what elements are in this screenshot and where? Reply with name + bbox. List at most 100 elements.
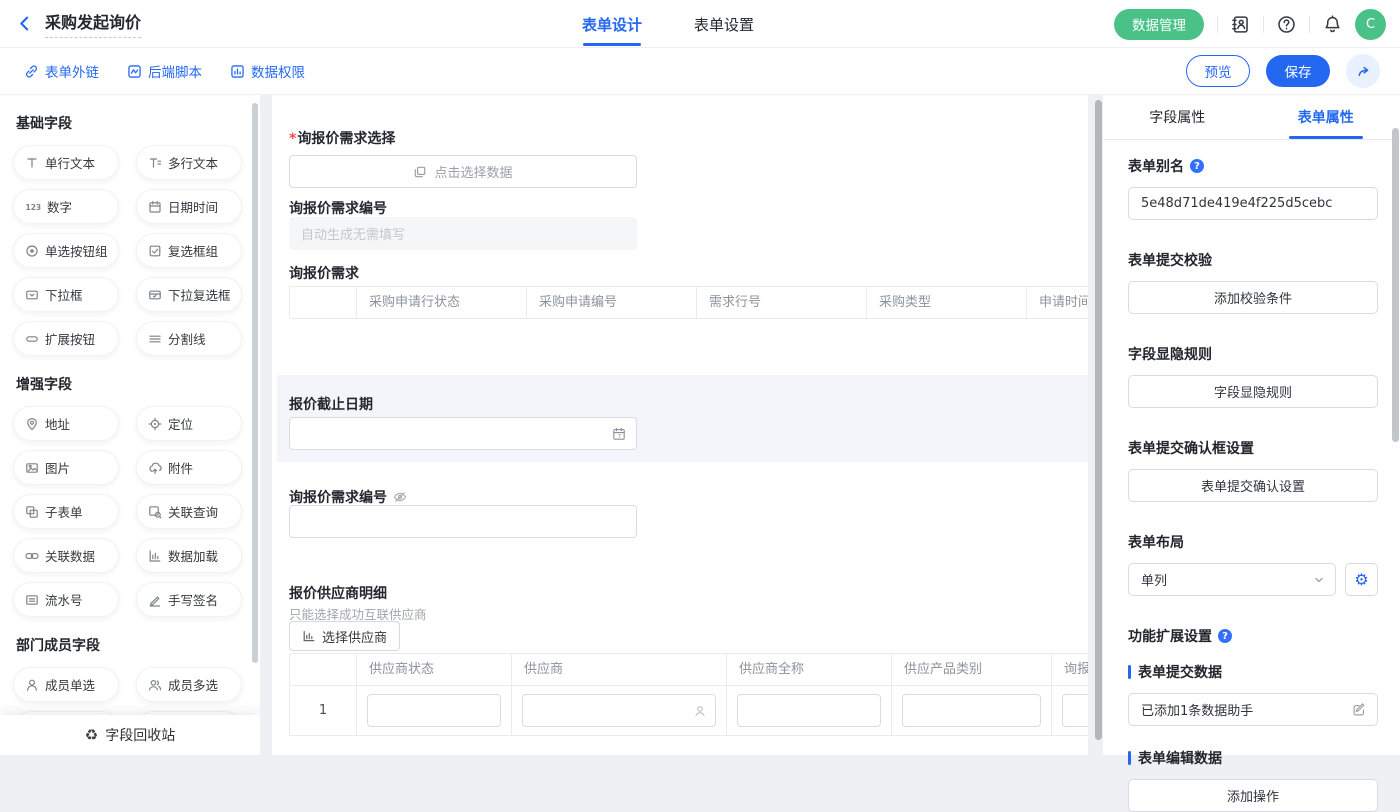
submit-confirm-label: 表单提交确认框设置 [1128,438,1378,458]
supplier-status-input[interactable] [367,694,501,727]
submit-data-value: 已添加1条数据助手 [1141,700,1253,719]
sidebar-item-single-line-text[interactable]: 单行文本 [13,145,119,180]
select-data-label: 点击选择数据 [434,162,512,181]
divider [1217,16,1218,33]
header-cell: 供应产品类别 [891,654,1051,685]
field-recycle-bin[interactable]: ♻ 字段回收站 [0,715,260,755]
field-visibility-button[interactable]: 字段显隐规则 [1128,375,1378,408]
panel-scrollbar[interactable] [1392,128,1399,442]
canvas-scrollbar[interactable] [1095,100,1102,740]
submit-confirm-button[interactable]: 表单提交确认设置 [1128,469,1378,502]
data-manage-button[interactable]: 数据管理 [1114,9,1204,40]
chevron-down-icon [1313,574,1325,586]
edit-data-label: 表单编辑数据 [1128,748,1378,768]
submit-data-field[interactable]: 已添加1条数据助手 [1128,693,1378,726]
item-label: 下拉框 [45,285,83,304]
item-label: 关联查询 [168,502,218,521]
sidebar-item-member-single[interactable]: 成员单选 [13,667,119,702]
backend-script[interactable]: 后端脚本 [127,61,202,81]
deadline-date-input[interactable]: 7 [289,417,637,450]
supplier-input[interactable] [522,694,716,727]
preview-button[interactable]: 预览 [1186,55,1250,87]
sidebar-item-checkbox-group[interactable]: 复选框组 [136,233,242,268]
sidebar-item-multi-line-text[interactable]: 多行文本 [136,145,242,180]
sidebar-item-datetime[interactable]: 日期时间 [136,189,242,224]
related-query-icon [148,505,162,519]
choose-supplier-button[interactable]: 选择供应商 [289,621,400,651]
demand-no2-input[interactable] [289,505,637,538]
sidebar-item-locate[interactable]: 定位 [136,406,242,441]
related-data-icon [25,549,39,563]
sidebar-item-radio-group[interactable]: 单选按钮组 [13,233,119,268]
form-alias-label: 表单别名 [1128,156,1378,176]
item-label: 数据加载 [168,546,218,565]
share-icon [1356,64,1371,79]
sidebar-item-serial-number[interactable]: 流水号 [13,582,119,617]
header-cell: 申请时间 [1026,287,1088,318]
sidebar-item-image[interactable]: 图片 [13,450,119,485]
form-layout-label: 表单布局 [1128,532,1378,552]
sidebar-item-multi-select[interactable]: 下拉复选框 [136,277,242,312]
add-operation-button[interactable]: 添加操作 [1128,779,1378,812]
item-label: 数字 [47,197,72,216]
sidebar-scrollbar[interactable] [252,103,258,663]
form-layout-value: 单列 [1141,570,1167,589]
demand-table: 采购申请行状态 采购申请编号 需求行号 采购类型 申请时间 [289,286,1088,319]
sidebar-item-signature[interactable]: 手写签名 [136,582,242,617]
layout-settings-button[interactable]: ⚙ [1345,563,1378,596]
item-label: 流水号 [45,590,83,609]
tab-field-properties[interactable]: 字段属性 [1103,95,1252,139]
sidebar-item-divider[interactable]: 分割线 [136,321,242,356]
cutoff-input[interactable] [1062,694,1088,727]
calendar-icon: 7 [612,427,626,441]
address-book-icon[interactable] [1231,15,1250,34]
save-button[interactable]: 保存 [1266,55,1330,87]
row-index: 1 [290,686,356,735]
sidebar-item-number[interactable]: 123 数字 [13,189,119,224]
sidebar-item-member-multi[interactable]: 成员多选 [136,667,242,702]
back-icon[interactable] [16,15,33,32]
panel-body: 表单别名 5e48d71de419e4f225d5cebc 表单提交校验 添加校… [1103,156,1400,812]
supplier-fullname-input[interactable] [737,694,881,727]
help-circle-icon[interactable] [1190,159,1204,173]
recycle-icon: ♻ [85,728,98,743]
number-icon: 123 [25,200,41,214]
share-button[interactable] [1346,54,1380,88]
sidebar-item-attachment[interactable]: 附件 [136,450,242,485]
help-circle-icon[interactable] [1218,629,1232,643]
tab-form-properties[interactable]: 表单属性 [1252,95,1400,139]
avatar[interactable]: C [1355,9,1386,40]
data-load-icon [148,549,162,563]
select-data-icon [413,165,427,179]
signature-icon [148,593,162,607]
app-header: 采购发起询价 表单设计 表单设置 数据管理 C [0,0,1400,48]
section-title-member-fields: 部门成员字段 [16,635,260,655]
field-visibility-label: 字段显隐规则 [1128,344,1378,364]
help-icon[interactable] [1277,15,1296,34]
product-category-input[interactable] [902,694,1041,727]
page-title[interactable]: 采购发起询价 [45,9,141,38]
item-label: 附件 [168,458,193,477]
select-data-button[interactable]: 点击选择数据 [289,155,637,188]
sidebar-item-data-load[interactable]: 数据加载 [136,538,242,573]
tab-form-design[interactable]: 表单设计 [578,0,646,48]
sidebar-item-related-data[interactable]: 关联数据 [13,538,119,573]
form-alias-input[interactable]: 5e48d71de419e4f225d5cebc [1128,187,1378,220]
edit-icon[interactable] [1352,702,1367,717]
section-title-basic-fields: 基础字段 [16,113,260,133]
bell-icon[interactable] [1323,15,1342,34]
sidebar-item-extend-button[interactable]: 扩展按钮 [13,321,119,356]
add-validation-button[interactable]: 添加校验条件 [1128,281,1378,314]
form-external-link[interactable]: 表单外链 [24,61,99,81]
field-recycle-bin-label: 字段回收站 [105,725,175,745]
sidebar-item-address[interactable]: 地址 [13,406,119,441]
tab-form-settings[interactable]: 表单设置 [690,0,758,48]
gear-icon: ⚙ [1354,572,1368,588]
sidebar-item-select[interactable]: 下拉框 [13,277,119,312]
item-label: 成员单选 [45,675,95,694]
sidebar-item-related-query[interactable]: 关联查询 [136,494,242,529]
properties-panel: 字段属性 表单属性 表单别名 5e48d71de419e4f225d5cebc … [1103,95,1400,755]
data-permission[interactable]: 数据权限 [230,61,305,81]
sidebar-item-subform[interactable]: 子表单 [13,494,119,529]
form-layout-select[interactable]: 单列 [1128,563,1336,596]
